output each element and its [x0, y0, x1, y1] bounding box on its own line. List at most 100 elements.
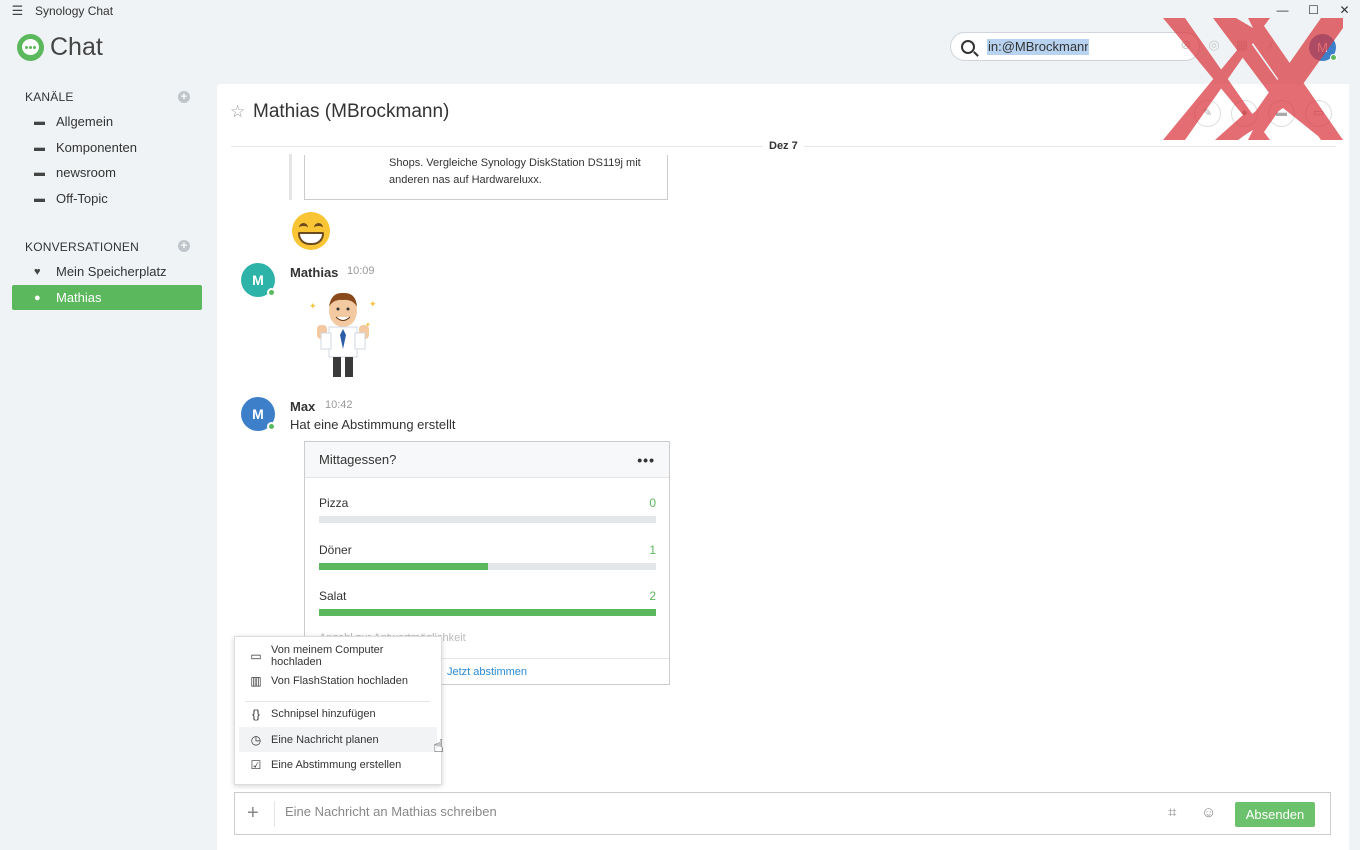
menu-item-create-poll[interactable]: ☑ Eine Abstimmung erstellen — [239, 752, 437, 777]
poll-title: Mittagessen? — [319, 452, 397, 467]
app-logo: Chat — [17, 33, 103, 62]
user-avatar[interactable]: M — [1309, 34, 1337, 61]
grinning-emoji-icon — [292, 212, 330, 250]
add-channel-icon[interactable]: + — [178, 91, 190, 103]
poll-icon: ☑ — [250, 757, 262, 772]
sidebar-item-label: Allgemein — [56, 114, 114, 129]
link-preview-card[interactable]: Shops. Vergleiche Synology DiskStation D… — [304, 155, 668, 200]
online-status-dot — [267, 288, 276, 297]
sidebar-item-mathias[interactable]: ● Mathias — [12, 285, 202, 310]
poll-option-count: 0 — [649, 496, 656, 510]
search-box[interactable] — [950, 32, 1200, 61]
emoji-icon[interactable]: ☺ — [1201, 804, 1216, 821]
sidebar-item-komponenten[interactable]: ▬ Komponenten — [12, 135, 202, 160]
send-button[interactable]: Absenden — [1235, 802, 1315, 827]
composer-divider — [274, 801, 275, 827]
message-time: 10:42 — [325, 399, 353, 411]
sidebar-item-label: Off-Topic — [56, 191, 108, 206]
poll-option-label: Döner — [319, 543, 352, 557]
thumbs-up-sticker-icon: ✦ ✦ ✦ — [309, 292, 377, 377]
user-avatar-initial: M — [1317, 40, 1328, 55]
channel-icon: ▬ — [34, 141, 45, 154]
tools-icon[interactable]: ✎ — [1194, 100, 1221, 127]
date-separator: Dez 7 — [763, 140, 804, 152]
maximize-icon[interactable]: ☐ — [1298, 0, 1329, 21]
heart-icon: ♥ — [34, 265, 41, 278]
minimize-icon[interactable]: — — [1267, 0, 1298, 21]
add-attachment-icon[interactable]: + — [247, 802, 259, 825]
message-author[interactable]: Max — [290, 399, 315, 414]
hamburger-menu-icon[interactable]: ☰ — [0, 3, 35, 19]
channels-heading: KANÄLE — [25, 90, 74, 104]
svg-text:✦: ✦ — [309, 301, 317, 311]
members-icon[interactable]: ● — [1231, 100, 1258, 127]
poll-option-count: 2 — [649, 589, 656, 603]
quote-bar — [289, 154, 292, 200]
star-icon[interactable]: ☆ — [230, 102, 245, 122]
svg-text:✦: ✦ — [369, 299, 377, 309]
poll-option-count: 1 — [649, 543, 656, 557]
poll-option-label: Salat — [319, 589, 347, 603]
message-author[interactable]: Mathias — [290, 265, 338, 280]
clear-search-icon[interactable]: ⊗ — [1178, 37, 1194, 53]
conversations-heading: KONVERSATIONEN — [25, 240, 139, 254]
sidebar-item-allgemein[interactable]: ▬ Allgemein — [12, 109, 202, 134]
channel-icon: ▬ — [34, 192, 45, 205]
sidebar-item-label: Komponenten — [56, 140, 137, 155]
poll-option[interactable]: Döner 1 — [319, 543, 656, 570]
sidebar-item-label: Mathias — [56, 290, 102, 305]
sidebar-item-newsroom[interactable]: ▬ newsroom — [12, 160, 202, 185]
message-input[interactable] — [285, 804, 1145, 819]
sidebar-item-mein-speicherplatz[interactable]: ♥ Mein Speicherplatz — [12, 259, 202, 284]
menu-item-label: Von meinem Computer hochladen — [270, 643, 384, 668]
close-icon[interactable]: ✕ — [1329, 0, 1360, 21]
message-time: 10:09 — [347, 265, 375, 277]
online-dot-icon: ● — [34, 291, 41, 304]
flashstation-icon: ▥ — [250, 673, 262, 688]
message-composer: + ⌗ ☺ Absenden — [234, 792, 1331, 835]
menu-item-add-snippet[interactable]: {} Schnipsel hinzufügen — [239, 701, 437, 726]
menu-item-label: Eine Nachricht planen — [271, 733, 379, 746]
apps-icon[interactable]: ▦ — [1234, 37, 1250, 53]
schedule-icon: ◷ — [250, 732, 262, 747]
menu-item-upload-computer[interactable]: ▭ Von meinem Computer hochladen — [239, 643, 437, 668]
monitor-icon: ▭ — [250, 648, 262, 663]
search-icon — [961, 39, 975, 54]
sidebar-item-off-topic[interactable]: ▬ Off-Topic — [12, 186, 202, 211]
online-status-dot — [267, 422, 276, 431]
conversation-title: Mathias (MBrockmann) — [253, 101, 450, 122]
pinned-icon[interactable]: ▭ — [1305, 100, 1332, 127]
add-conversation-icon[interactable]: + — [178, 240, 190, 252]
mentions-icon[interactable]: ◎ — [1206, 37, 1222, 53]
poll-option[interactable]: Pizza 0 — [319, 496, 656, 523]
poll-option-bar — [319, 516, 656, 523]
menu-item-upload-flashstation[interactable]: ▥ Von FlashStation hochladen — [239, 668, 437, 693]
message-text: Hat eine Abstimmung erstellt — [290, 417, 456, 432]
menu-item-label: Eine Abstimmung erstellen — [271, 758, 402, 771]
window-titlebar: ☰ Synology Chat — ☐ ✕ — [0, 0, 1360, 21]
notification-bell-icon[interactable]: ♪ — [1262, 37, 1278, 53]
avatar[interactable]: M — [241, 263, 276, 297]
crop-icon[interactable]: ⌗ — [1168, 804, 1176, 821]
avatar[interactable]: M — [241, 397, 276, 431]
sidebar-item-label: newsroom — [56, 165, 116, 180]
hand-pointer-icon: ☝ — [433, 736, 444, 756]
threads-icon[interactable]: ▬ — [1268, 100, 1295, 127]
attach-menu: ▭ Von meinem Computer hochladen ▥ Von Fl… — [234, 636, 442, 785]
menu-item-label: Schnipsel hinzufügen — [271, 707, 376, 720]
window-title: Synology Chat — [35, 3, 114, 18]
search-input[interactable] — [987, 38, 1089, 55]
channel-icon: ▬ — [34, 166, 45, 179]
avatar-initial: M — [252, 272, 264, 288]
more-options-icon[interactable]: ••• — [637, 452, 655, 468]
menu-item-label: Von FlashStation hochladen — [271, 674, 408, 687]
poll-option-bar — [319, 609, 656, 616]
channel-icon: ▬ — [34, 115, 45, 128]
poll-header: Mittagessen? ••• — [305, 442, 669, 478]
menu-item-schedule-message[interactable]: ◷ Eine Nachricht planen — [239, 727, 437, 752]
poll-option-label: Pizza — [319, 496, 349, 510]
conversation-tools: ✎ ● ▬ ▭ — [1194, 100, 1332, 127]
window-controls: — ☐ ✕ — [1267, 0, 1360, 21]
poll-option[interactable]: Salat 2 — [319, 589, 656, 616]
avatar-initial: M — [252, 406, 264, 422]
